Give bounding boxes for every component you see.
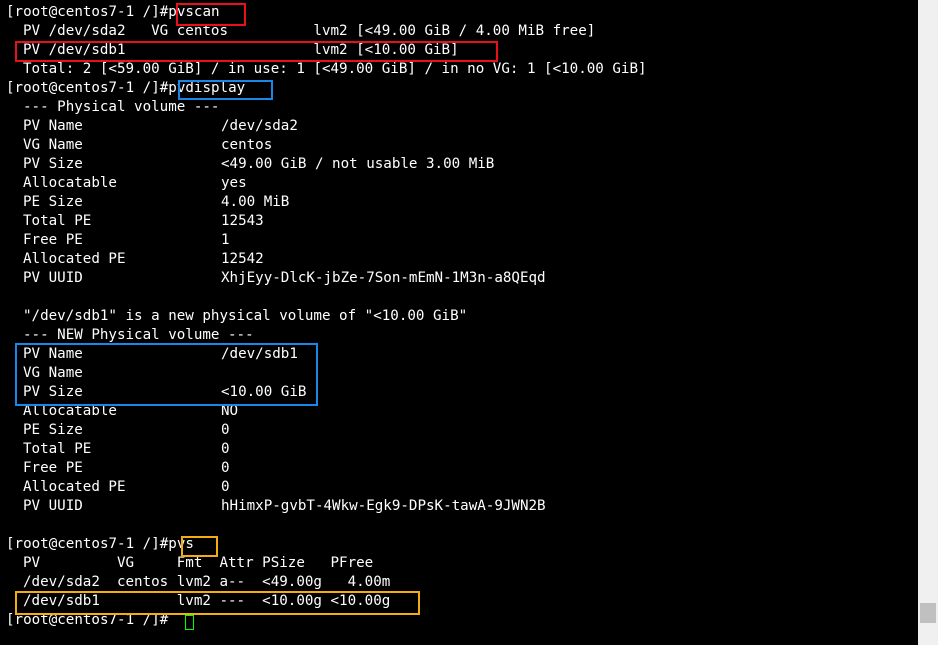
pv2-value: 0: [221, 460, 230, 476]
terminal-window[interactable]: [root@centos7-1 /]#pvscan PV /dev/sda2 V…: [0, 0, 918, 645]
pv1-value: 4.00 MiB: [221, 194, 290, 210]
pv1-label: Free PE: [23, 232, 83, 248]
shell-prompt: [root@centos7-1 /]#: [6, 536, 169, 552]
pv1-value: 1: [221, 232, 230, 248]
highlight-box-sdb1-scan: [15, 41, 498, 62]
highlight-box-new-pv: [15, 343, 318, 406]
terminal-cursor[interactable]: [185, 615, 194, 630]
pv1-value: <49.00 GiB / not usable 3.00 MiB: [221, 156, 495, 172]
highlight-box-sdb1-pvs: [15, 591, 420, 615]
highlight-box-pvs-command: [181, 536, 218, 557]
pv2-label: Allocated PE: [23, 479, 126, 495]
pv2-label: Total PE: [23, 441, 92, 457]
pvscan-total: Total: 2 [<59.00 GiB] / in use: 1 [<49.0…: [23, 61, 647, 77]
pv1-value: /dev/sda2: [221, 118, 298, 134]
pv2-label: PV UUID: [23, 498, 83, 514]
shell-prompt: [root@centos7-1 /]#: [6, 80, 169, 96]
shell-prompt: [root@centos7-1 /]#: [6, 4, 169, 20]
pv1-label: PV Name: [23, 118, 83, 134]
pv1-label: VG Name: [23, 137, 83, 153]
highlight-box-pvdisplay-command: [178, 80, 273, 100]
pv1-value: centos: [221, 137, 273, 153]
pv2-value: hHimxP-gvbT-4Wkw-Egk9-DPsK-tawA-9JWN2B: [221, 498, 546, 514]
pv1-label: PV UUID: [23, 270, 83, 286]
pv2-value: 0: [221, 479, 230, 495]
highlight-box-pvscan-command: [176, 3, 246, 26]
pv1-value: 12543: [221, 213, 264, 229]
pv1-label: Allocated PE: [23, 251, 126, 267]
pv1-label: Total PE: [23, 213, 92, 229]
pvscan-row-sda2: PV /dev/sda2 VG centos lvm2 [<49.00 GiB …: [23, 23, 596, 39]
vertical-scrollbar[interactable]: [918, 0, 938, 645]
pv1-value: yes: [221, 175, 247, 191]
scrollbar-thumb[interactable]: [920, 603, 936, 623]
pv1-label: PE Size: [23, 194, 83, 210]
pv2-label: Free PE: [23, 460, 83, 476]
pv2-label: PE Size: [23, 422, 83, 438]
pv1-value: 12542: [221, 251, 264, 267]
pv-header: --- Physical volume ---: [23, 99, 220, 115]
pv1-label: Allocatable: [23, 175, 117, 191]
pv2-value: 0: [221, 441, 230, 457]
new-pv-notice: "/dev/sdb1" is a new physical volume of …: [23, 308, 468, 324]
pv1-value: XhjEyy-DlcK-jbZe-7Son-mEmN-1M3n-a8QEqd: [221, 270, 546, 286]
prompt-line-pvs: [root@centos7-1 /]#pvs: [6, 535, 194, 554]
pv1-label: PV Size: [23, 156, 83, 172]
pvs-row-sda2: /dev/sda2 centos lvm2 a-- <49.00g 4.00m: [23, 574, 391, 590]
pv2-value: 0: [221, 422, 230, 438]
